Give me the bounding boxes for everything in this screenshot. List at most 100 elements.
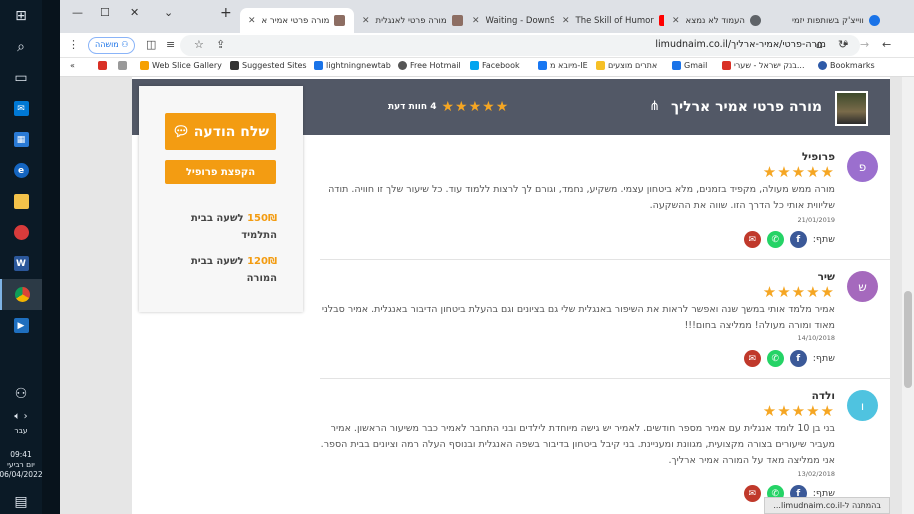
new-tab-button[interactable]: +: [220, 5, 232, 21]
facebook-share-icon[interactable]: f: [789, 350, 807, 367]
price-student-home: 150₪ לשעה בבית התלמיד: [167, 210, 277, 244]
app-icon[interactable]: [0, 217, 42, 248]
back-icon[interactable]: ←: [882, 38, 891, 51]
language-indicator[interactable]: עבר: [14, 426, 27, 436]
boost-profile-button[interactable]: הקפצת פרופיל: [165, 160, 276, 184]
bookmark-star-icon[interactable]: ☆: [194, 38, 204, 51]
close-tab-icon[interactable]: ✕: [472, 16, 480, 26]
bookmark-facebook[interactable]: Facebook: [470, 61, 520, 70]
bookmark-suggested-he[interactable]: אתרים מוצעים: [596, 61, 657, 70]
youtube-icon: [658, 15, 664, 26]
menu-icon[interactable]: ⋮: [68, 38, 79, 51]
share-label: שתף:: [812, 353, 835, 364]
media-player-icon[interactable]: ▶: [0, 310, 42, 341]
address-bar[interactable]: ☆ ⇪ limudnaim.co.il/מורה-פרטי/אמיר-ארליך…: [180, 35, 860, 56]
forward-icon[interactable]: →: [860, 38, 869, 51]
email-share-icon[interactable]: ✉: [743, 231, 761, 248]
bookmark-hotmail[interactable]: Free Hotmail: [398, 61, 461, 70]
paused-label: מושהה: [95, 40, 119, 49]
notifications-icon[interactable]: ▤: [0, 490, 42, 514]
tab-favicon-icon: [868, 15, 880, 26]
bookmark-suggested[interactable]: Suggested Sites: [230, 61, 307, 70]
tab-active[interactable]: מורה פרטי אמיר א ✕: [240, 8, 354, 33]
bookmark-gmail[interactable]: Gmail: [672, 61, 707, 70]
clock-date[interactable]: 06/04/2022: [0, 470, 43, 480]
file-explorer-icon[interactable]: [0, 186, 42, 217]
edge-icon[interactable]: e: [0, 155, 42, 186]
review-stars: ★★★★★: [762, 402, 835, 420]
store-icon[interactable]: ▦: [0, 124, 42, 155]
review-stars: ★★★★★: [762, 163, 835, 181]
share-page-icon[interactable]: ⇪: [216, 38, 225, 51]
bookmark-lightning[interactable]: lightningnewtab: [314, 61, 391, 70]
task-view-icon[interactable]: ▭: [0, 62, 42, 93]
reading-list-icon[interactable]: ≡: [166, 38, 175, 51]
windows-start-icon[interactable]: ⊞: [0, 0, 42, 31]
tab-5[interactable]: מורה פרטי לאנגלית ✕: [354, 8, 464, 33]
bookmark-label: Gmail: [684, 61, 708, 70]
bookmark-folder[interactable]: Bookmarks: [818, 61, 875, 70]
review-text: אמיר מלמד אותי במשך שנה ואפשר לראות את ה…: [321, 304, 835, 331]
word-icon[interactable]: W: [0, 248, 42, 279]
bookmark-bank[interactable]: בנק ישראל - שערי...: [722, 61, 805, 70]
status-bar: בהמתנה ל-limudnaim.co.il...: [764, 497, 890, 514]
rating-summary[interactable]: 4 חוות דעת ★★★★★: [388, 99, 509, 115]
system-tray: ⚇ 🔈︎ › עבר 09:41 יום רביעי 06/04/2022 ▤: [0, 382, 43, 514]
send-message-label: שלח הודעה: [193, 123, 269, 140]
share-row: שתף: f ✆ ✉: [743, 231, 835, 248]
scrollbar-thumb[interactable]: [904, 291, 912, 388]
profile-paused-button[interactable]: מושהה ⚇: [88, 37, 136, 54]
reviewer-name: ולדה: [811, 390, 835, 402]
tab-2[interactable]: העמוד לא נמצא ✕: [664, 8, 784, 33]
web-page: מורה פרטי אמיר ארליך ⋔ 4 חוות דעת ★★★★★ …: [60, 77, 914, 514]
reviewer-avatar: ש: [847, 271, 878, 302]
rating-count: 4 חוות דעת: [388, 102, 437, 112]
bookmark-label: אתרים מוצעים: [608, 61, 658, 70]
close-window-button[interactable]: ✕: [130, 6, 139, 19]
close-tab-icon[interactable]: ✕: [672, 16, 680, 26]
clock-time[interactable]: 09:41: [10, 450, 32, 460]
bookmarks-overflow-icon[interactable]: «: [70, 61, 75, 70]
sidebar-icon[interactable]: ◫: [146, 38, 156, 51]
chrome-icon[interactable]: [0, 279, 42, 310]
mail-icon[interactable]: ✉: [0, 93, 42, 124]
reload-icon[interactable]: ↻: [838, 38, 847, 51]
rating-stars: ★★★★★: [441, 99, 510, 115]
send-message-button[interactable]: שלח הודעה 💬︎: [165, 113, 276, 150]
page-content: מורה פרטי אמיר ארליך ⋔ 4 חוות דעת ★★★★★ …: [132, 77, 890, 514]
tab-3[interactable]: The Skill of Humor ✕: [554, 8, 664, 33]
tab-label: העמוד לא נמצא: [685, 15, 745, 26]
share-icon[interactable]: ⋔: [649, 99, 660, 114]
whatsapp-share-icon[interactable]: ✆: [766, 231, 784, 248]
home-icon[interactable]: ⌂: [816, 38, 823, 51]
close-tab-icon[interactable]: ✕: [248, 16, 256, 26]
close-tab-icon[interactable]: ✕: [362, 16, 370, 26]
bookmark-ie[interactable]: מיובא מ-IE: [538, 61, 588, 70]
gmail-icon[interactable]: [98, 61, 110, 70]
email-share-icon[interactable]: ✉: [743, 485, 761, 502]
chat-icon: 💬︎: [172, 123, 190, 140]
whatsapp-share-icon[interactable]: ✆: [766, 350, 784, 367]
share-row: שתף: f ✆ ✉: [743, 350, 835, 367]
people-icon[interactable]: ⚇: [0, 382, 42, 406]
email-share-icon[interactable]: ✉: [743, 350, 761, 367]
bookmark-web-slice[interactable]: Web Slice Gallery: [140, 61, 222, 70]
search-icon[interactable]: ⌕: [0, 31, 42, 62]
teacher-name: מורה פרטי אמיר ארליך: [670, 99, 822, 115]
clock-day[interactable]: יום רביעי: [7, 460, 35, 470]
tab-4[interactable]: Waiting - DownSub ✕: [464, 8, 554, 33]
tab-1[interactable]: ווייצ'ק בשותפות יזמי: [784, 8, 914, 33]
facebook-share-icon[interactable]: f: [789, 231, 807, 248]
url-text[interactable]: limudnaim.co.il/מורה-פרטי/אמיר-ארליך: [655, 39, 826, 50]
close-tab-icon[interactable]: ✕: [562, 16, 570, 26]
review-text: מורה ממש מעולה, מקפיד בזמנים, מלא ביטחון…: [328, 184, 835, 211]
price-amount: 120₪: [247, 256, 277, 267]
bookmark-label: בנק ישראל - שערי...: [734, 61, 805, 70]
tab-search-icon[interactable]: ⌄: [164, 6, 173, 19]
maximize-button[interactable]: ☐: [100, 6, 110, 19]
page-scrollbar[interactable]: [902, 77, 914, 514]
minimize-button[interactable]: —: [72, 6, 83, 19]
bookmark-icon[interactable]: [118, 61, 130, 70]
volume-icon[interactable]: 🔈︎ ›: [0, 406, 42, 426]
browser-window: — ☐ ✕ ⌄ + ווייצ'ק בשותפות יזמי העמוד לא …: [60, 0, 914, 514]
